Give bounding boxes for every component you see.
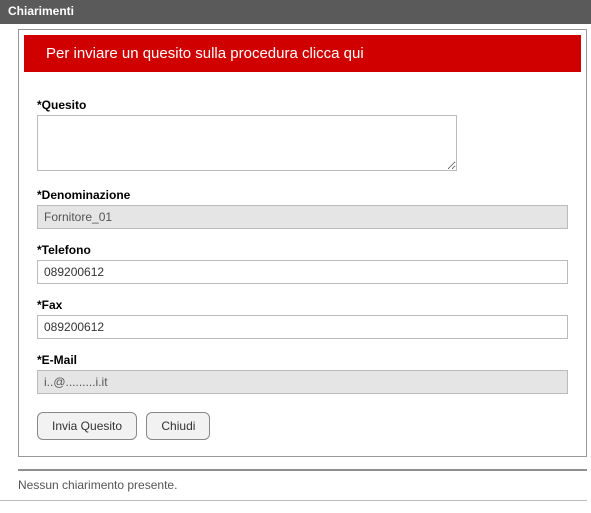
email-label: *E-Mail xyxy=(37,353,568,367)
panel-title: Chiarimenti xyxy=(8,4,74,18)
panel-header: Chiarimenti xyxy=(0,0,591,24)
status-text: Nessun chiarimento presente. xyxy=(18,478,177,492)
telefono-field[interactable] xyxy=(37,260,568,284)
submit-button[interactable]: Invia Quesito xyxy=(37,412,137,440)
fax-field[interactable] xyxy=(37,315,568,339)
button-row: Invia Quesito Chiudi xyxy=(37,412,568,440)
denominazione-label: *Denominazione xyxy=(37,188,568,202)
status-line: Nessun chiarimento presente. xyxy=(0,471,587,501)
fax-label: *Fax xyxy=(37,298,568,312)
denominazione-field xyxy=(37,205,568,229)
form-area: *Quesito *Denominazione *Telefono *Fax *… xyxy=(19,72,586,456)
clarifications-panel: Per inviare un quesito sulla procedura c… xyxy=(18,29,587,457)
close-button-label: Chiudi xyxy=(161,419,195,433)
instruction-text: Per inviare un quesito sulla procedura c… xyxy=(46,45,364,62)
submit-button-label: Invia Quesito xyxy=(52,419,122,433)
close-button[interactable]: Chiudi xyxy=(146,412,210,440)
email-field xyxy=(37,370,568,394)
quesito-label: *Quesito xyxy=(37,98,568,112)
telefono-label: *Telefono xyxy=(37,243,568,257)
quesito-textarea[interactable] xyxy=(37,115,457,171)
instruction-banner[interactable]: Per inviare un quesito sulla procedura c… xyxy=(24,35,581,72)
